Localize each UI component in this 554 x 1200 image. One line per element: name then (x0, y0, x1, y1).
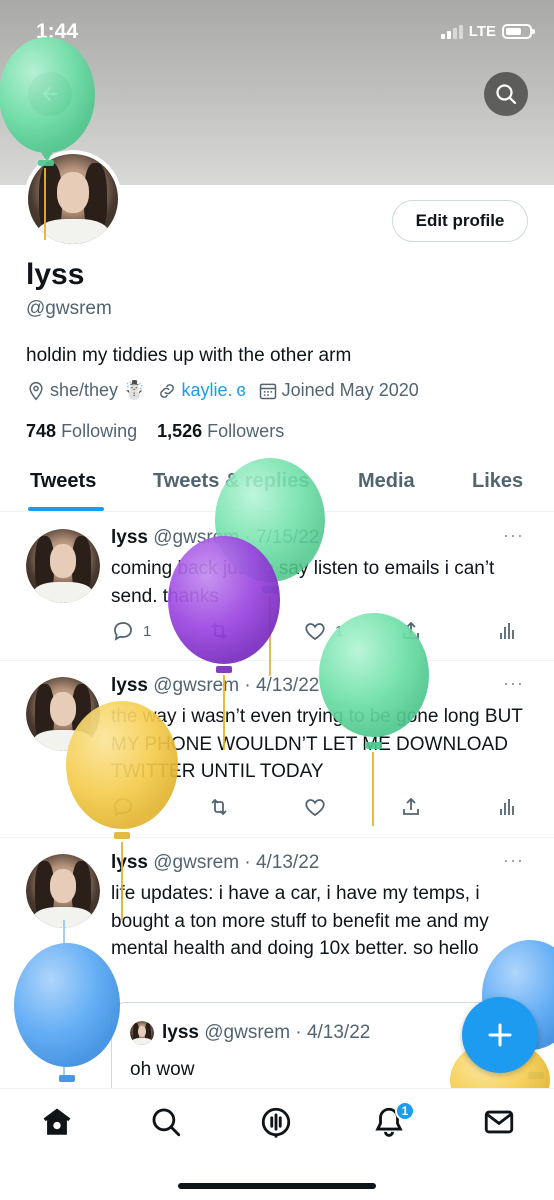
like-icon (305, 623, 325, 641)
compose-button[interactable] (462, 997, 538, 1073)
tweet-text: the way i wasn’t even trying to be gone … (111, 706, 523, 782)
following-link[interactable]: 748 Following (26, 421, 137, 442)
search-icon (496, 84, 517, 105)
tweet-header: lyss @gwsrem · 4/13/22 (111, 852, 319, 874)
like-count: 1 (335, 622, 344, 640)
follow-stats: 748 Following 1,526 Followers (26, 421, 284, 442)
retweet-button[interactable] (207, 795, 231, 819)
retweet-button[interactable] (207, 619, 231, 643)
edit-profile-button[interactable]: Edit profile (392, 200, 528, 242)
more-icon[interactable]: ··· (503, 525, 524, 546)
profile-meta: she/they ☃️ kaylie. ɞ Joined May 2020 (26, 380, 431, 401)
tab-tweets-replies[interactable]: Tweets & replies (153, 470, 309, 493)
profile-name: lyss (26, 258, 85, 291)
calendar-icon (259, 383, 276, 399)
notification-badge: 1 (395, 1101, 415, 1121)
like-button[interactable]: 1 (303, 619, 343, 643)
link-item[interactable]: kaylie. ɞ (157, 380, 246, 401)
tweet-author-handle: @gwsrem (153, 675, 240, 696)
reply-icon (114, 798, 132, 817)
tweet-author-name[interactable]: lyss (111, 852, 148, 873)
analytics-button[interactable] (495, 795, 519, 819)
tweet-avatar[interactable] (26, 854, 100, 928)
tweet-author-name[interactable]: lyss (111, 675, 148, 696)
tweet-author-handle: @gwsrem (153, 527, 240, 548)
profile-bio: holdin my tiddies up with the other arm (26, 345, 352, 366)
home-indicator (178, 1183, 376, 1189)
tweet-item[interactable]: lyss @gwsrem · 7/15/22 ··· coming back j… (0, 513, 554, 661)
tweet-text: coming back just to say listen to emails… (111, 558, 495, 607)
compose-plus-icon (488, 1023, 512, 1047)
tweet-avatar[interactable] (26, 529, 100, 603)
share-button[interactable] (399, 795, 423, 819)
active-tab-indicator (28, 507, 104, 511)
tweet-date: · 4/13/22 (244, 852, 320, 873)
analytics-icon (500, 799, 514, 815)
joined-text: Joined May 2020 (281, 380, 419, 400)
pronouns-item: she/they ☃️ (26, 380, 145, 401)
analytics-button[interactable] (495, 619, 519, 643)
more-icon[interactable]: ··· (503, 850, 524, 871)
tweet-date: · 7/15/22 (244, 527, 320, 548)
tweet-author-handle: @gwsrem (153, 852, 240, 873)
tab-media[interactable]: Media (358, 470, 415, 493)
link-emoji-icon: ɞ (236, 380, 246, 400)
quote-author-handle: @gwsrem (204, 1022, 291, 1043)
tweet-header: lyss @gwsrem · 4/13/22 (111, 675, 319, 697)
spaces-icon[interactable] (259, 1105, 293, 1139)
quote-author-name: lyss (162, 1022, 199, 1043)
share-button[interactable] (399, 619, 423, 643)
tweet-actions (111, 795, 521, 821)
status-indicators: LTE (440, 23, 535, 40)
quote-date: · 4/13/22 (295, 1022, 371, 1043)
reply-icon (114, 622, 132, 641)
home-icon[interactable] (40, 1105, 74, 1139)
more-icon[interactable]: ··· (503, 673, 524, 694)
tweet-avatar[interactable] (26, 677, 100, 751)
tweet-item[interactable]: lyss @gwsrem · 4/13/22 ··· the way i was… (0, 661, 554, 838)
retweet-icon (211, 798, 227, 816)
quote-avatar (130, 1021, 154, 1045)
back-arrow-icon (42, 86, 58, 102)
tab-tweets[interactable]: Tweets (30, 470, 96, 493)
analytics-icon (500, 623, 514, 639)
link-icon (160, 383, 175, 398)
profile-tabs: Tweets Tweets & replies Media Likes (0, 460, 554, 512)
location-icon (29, 381, 43, 400)
pronouns-text: she/they ☃️ (50, 380, 146, 400)
profile-avatar[interactable] (24, 150, 122, 248)
back-button[interactable] (28, 72, 72, 116)
share-icon (403, 621, 419, 639)
profile-handle: @gwsrem (26, 298, 112, 319)
reply-button[interactable] (111, 795, 135, 819)
joined-item: Joined May 2020 (258, 380, 419, 401)
tweet-text: life updates: i have a car, i have my te… (111, 883, 489, 959)
status-time: 1:44 (36, 20, 79, 43)
tweet-header: lyss @gwsrem · 7/15/22 (111, 527, 319, 549)
tweet-actions: 1 1 (111, 619, 521, 645)
signal-icon (440, 24, 463, 39)
followers-link[interactable]: 1,526 Followers (157, 421, 284, 442)
network-label: LTE (468, 23, 496, 40)
explore-icon[interactable] (149, 1105, 183, 1139)
share-icon (403, 797, 419, 815)
quote-text: oh wow (130, 1059, 195, 1080)
reply-count: 1 (143, 622, 152, 640)
tab-likes[interactable]: Likes (472, 470, 523, 493)
retweet-icon (211, 622, 227, 640)
like-icon (305, 799, 325, 817)
profile-link[interactable]: kaylie. (181, 380, 232, 401)
battery-icon (502, 24, 535, 39)
quote-header: lyss @gwsrem · 4/13/22 (162, 1022, 370, 1044)
like-button[interactable] (303, 795, 327, 819)
tweet-date: · 4/13/22 (244, 675, 320, 696)
reply-button[interactable]: 1 (111, 619, 151, 643)
messages-icon[interactable] (482, 1105, 516, 1139)
search-button[interactable] (484, 72, 528, 116)
tweet-author-name[interactable]: lyss (111, 527, 148, 548)
